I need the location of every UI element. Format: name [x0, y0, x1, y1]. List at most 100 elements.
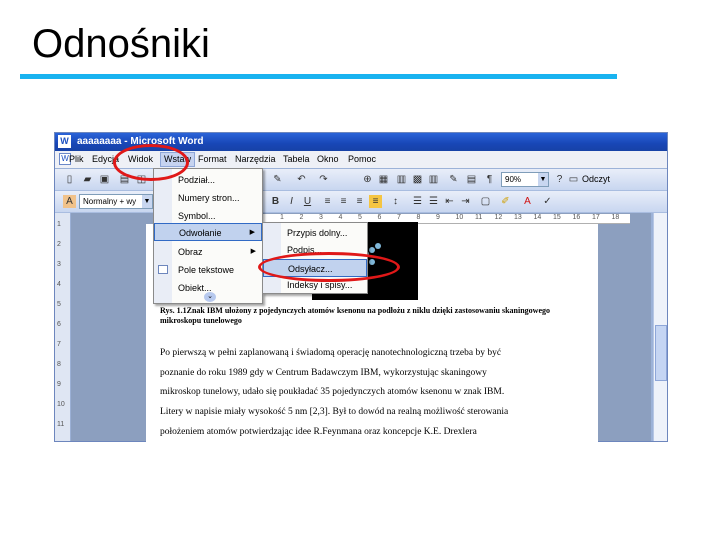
- menu-item-page-numbers[interactable]: Numery stron...: [154, 189, 262, 207]
- submenu-arrow-icon: ▶: [249, 229, 255, 236]
- ruler-mark: 9: [436, 214, 440, 221]
- vertical-scrollbar[interactable]: [653, 213, 667, 441]
- document-paragraph: Po pierwszą w pełni zaplanowaną i świado…: [160, 344, 566, 443]
- document-map-icon[interactable]: ▤: [465, 173, 478, 186]
- title-underline: [20, 74, 617, 79]
- menu-okno[interactable]: Okno: [317, 154, 339, 164]
- menu-pomoc[interactable]: Pomoc: [348, 154, 376, 164]
- vruler-mark: 3: [57, 261, 61, 268]
- increase-indent-icon[interactable]: ⇥: [459, 195, 472, 208]
- vruler-mark: 10: [57, 401, 65, 408]
- decrease-indent-icon[interactable]: ⇤: [443, 195, 456, 208]
- menu-format[interactable]: Format: [198, 154, 227, 164]
- font-color-icon[interactable]: A: [521, 195, 534, 208]
- menu-narzedzia[interactable]: Narzędzia: [235, 154, 276, 164]
- text-box-icon: [158, 265, 168, 274]
- ruler-mark: 16: [572, 214, 581, 221]
- ruler-mark: 11: [475, 214, 483, 221]
- hyperlink-icon[interactable]: ⊕: [361, 173, 374, 186]
- align-left-icon[interactable]: ≡: [321, 195, 334, 208]
- menu-item-reference[interactable]: Odwołanie ▶: [154, 223, 262, 241]
- ruler-mark: 7: [397, 214, 401, 221]
- help-icon[interactable]: ?: [553, 173, 566, 186]
- ruler-mark: 15: [553, 214, 561, 221]
- highlight-circle-wstaw: [113, 144, 189, 181]
- paragraph-line: położeniem atomów potwierdzając idee R.F…: [160, 426, 477, 437]
- save-icon[interactable]: ▣: [98, 173, 111, 186]
- read-mode-icon[interactable]: ▭: [567, 173, 580, 186]
- menu-item-label: Symbol...: [178, 211, 216, 221]
- bold-icon[interactable]: B: [269, 195, 282, 208]
- menu-item-label: Podział...: [178, 175, 216, 185]
- italic-icon[interactable]: I: [285, 195, 298, 208]
- ruler-mark: 2: [299, 214, 304, 221]
- highlight-circle-odsylacz: [258, 252, 400, 282]
- numbering-icon[interactable]: ☰: [411, 195, 424, 208]
- paragraph-line: mikroskop tunelowy, udało się poukładać …: [160, 387, 505, 398]
- menu-plik[interactable]: Plik: [69, 154, 84, 164]
- justify-icon[interactable]: ≡: [369, 195, 382, 208]
- ruler-mark: 8: [416, 214, 421, 221]
- ruler-mark: 18: [611, 214, 620, 221]
- paragraph-line: Po pierwszą w pełni zaplanowaną i świado…: [160, 348, 502, 358]
- show-formatting-icon[interactable]: ¶: [483, 173, 496, 186]
- chevron-down-icon: ▼: [142, 195, 152, 208]
- format-painter-icon[interactable]: ✎: [271, 173, 284, 186]
- style-select[interactable]: Normalny + wy ▼: [79, 194, 153, 209]
- styles-pane-icon[interactable]: A: [63, 195, 76, 208]
- columns-icon[interactable]: ▥: [427, 173, 440, 186]
- ruler-mark: 12: [494, 214, 503, 221]
- word-app-icon: W: [58, 135, 71, 148]
- vertical-ruler: 1 2 3 4 5 6 7 8 9 10 11: [55, 213, 71, 441]
- ruler-mark: 13: [514, 214, 522, 221]
- expand-menu-icon[interactable]: ⌄: [204, 292, 216, 302]
- vruler-mark: 2: [57, 241, 61, 248]
- drawing-icon[interactable]: ✎: [447, 173, 460, 186]
- slide-title: Odnośniki: [32, 22, 210, 66]
- vruler-mark: 5: [57, 301, 61, 308]
- insert-excel-icon[interactable]: ▩: [411, 173, 424, 186]
- tables-borders-icon[interactable]: ▦: [377, 173, 390, 186]
- undo-icon[interactable]: ↶: [295, 173, 308, 186]
- underline-icon[interactable]: U: [301, 195, 314, 208]
- align-center-icon[interactable]: ≡: [337, 195, 350, 208]
- ruler-mark: 1: [280, 214, 284, 221]
- formatting-toolbar: A Normalny + wy ▼ B I U ≡ ≡ ≡ ≡ ↕ ☰ ☰ ⇤ ⇥…: [55, 191, 667, 213]
- vruler-mark: 7: [57, 341, 61, 348]
- vruler-mark: 8: [57, 361, 61, 368]
- style-value: Normalny + wy: [83, 197, 137, 206]
- menu-item-picture[interactable]: Obraz ▶: [154, 243, 262, 261]
- chevron-down-icon: ▼: [538, 173, 548, 186]
- redo-icon[interactable]: ↷: [317, 173, 330, 186]
- line-spacing-icon[interactable]: ↕: [389, 195, 402, 208]
- ruler-mark: 10: [455, 214, 464, 221]
- vruler-mark: 4: [57, 281, 61, 288]
- insert-menu-dropdown: Podział... Numery stron... Symbol... Odw…: [153, 168, 263, 304]
- align-right-icon[interactable]: ≡: [353, 195, 366, 208]
- new-document-icon[interactable]: ▯: [63, 173, 76, 186]
- ruler-mark: 17: [592, 214, 600, 221]
- ruler-mark: 5: [358, 214, 362, 221]
- menu-tabela[interactable]: Tabela: [283, 154, 310, 164]
- ruler-mark: 4: [338, 214, 343, 221]
- track-changes-icon[interactable]: ✓: [541, 195, 554, 208]
- open-folder-icon[interactable]: ▰: [81, 173, 94, 186]
- read-button[interactable]: Odczyt: [582, 174, 610, 184]
- zoom-value: 90%: [505, 175, 522, 184]
- vruler-mark: 6: [57, 321, 61, 328]
- scrollbar-thumb[interactable]: [655, 325, 667, 381]
- menu-item-footnote[interactable]: Przypis dolny...: [263, 224, 367, 242]
- paragraph-line: Litery w napisie miały wysokość 5 nm [2,…: [160, 407, 509, 418]
- menu-item-label: Numery stron...: [178, 193, 240, 203]
- insert-table-icon[interactable]: ▥: [395, 173, 408, 186]
- vruler-mark: 9: [57, 381, 61, 388]
- zoom-select[interactable]: 90% ▼: [501, 172, 549, 187]
- menu-item-label: Przypis dolny...: [287, 228, 348, 238]
- menu-item-label: Pole tekstowe: [178, 265, 235, 275]
- submenu-arrow-icon: ▶: [250, 248, 256, 255]
- bullets-icon[interactable]: ☰: [427, 195, 440, 208]
- vruler-mark: 11: [57, 421, 65, 428]
- borders-icon[interactable]: ▢: [479, 195, 492, 208]
- highlight-icon[interactable]: ✐: [499, 195, 512, 208]
- menu-item-text-box[interactable]: Pole tekstowe: [154, 261, 262, 279]
